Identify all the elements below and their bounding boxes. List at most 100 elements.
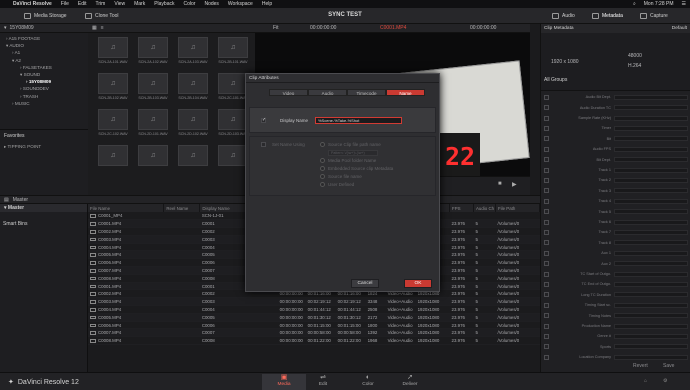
tab-audio[interactable]: Audio: [308, 89, 347, 96]
metadata-field-input[interactable]: [614, 198, 688, 204]
metadata-field-input[interactable]: [614, 105, 688, 111]
menu-trim[interactable]: Trim: [96, 1, 106, 7]
metadata-field-checkbox[interactable]: [544, 125, 549, 131]
page-deliver[interactable]: ➚ Deliver: [388, 374, 432, 390]
metadata-field-input[interactable]: [614, 313, 688, 319]
menu-nodes[interactable]: Nodes: [204, 1, 218, 7]
menu-view[interactable]: View: [114, 1, 125, 7]
smart-bins[interactable]: Smart Bins: [0, 221, 87, 227]
metadata-field-checkbox[interactable]: [544, 157, 549, 163]
metadata-field-checkbox[interactable]: [544, 177, 549, 183]
favorite-item[interactable]: ▸ TIPPING POINT: [4, 144, 84, 150]
table-row[interactable]: C0004.MP4 C0004 00:00:00:00 00:01:44:12 00:0…: [88, 305, 540, 314]
metadata-field-checkbox[interactable]: [544, 271, 549, 277]
thumbnail[interactable]: ♫ SCN-2D-101.WAV: [134, 109, 172, 142]
display-name-input[interactable]: %Scene-%Take-%Shot: [315, 117, 402, 124]
thumbnail[interactable]: ♫ SCN-2A-103.WAV: [174, 37, 212, 70]
metadata-field-checkbox[interactable]: [544, 240, 549, 246]
metadata-field-input[interactable]: [614, 146, 688, 152]
cancel-button[interactable]: Cancel: [351, 279, 379, 288]
metadata-field-checkbox[interactable]: [544, 94, 549, 100]
metadata-button[interactable]: Metadata: [592, 11, 623, 21]
metadata-field-checkbox[interactable]: [544, 292, 549, 298]
metadata-field-input[interactable]: [614, 229, 688, 235]
thumbnail[interactable]: ♫ SCN-2C-102.WAV: [94, 109, 132, 142]
metadata-field-input[interactable]: [614, 188, 688, 194]
metadata-field-input[interactable]: [614, 292, 688, 298]
page-color[interactable]: ◐ Color: [346, 374, 390, 390]
metadata-field-checkbox[interactable]: [544, 250, 549, 256]
metadata-preset-select[interactable]: Default: [672, 26, 687, 31]
metadata-field-checkbox[interactable]: [544, 209, 549, 215]
menu-edit[interactable]: Edit: [78, 1, 87, 7]
radio-embedded[interactable]: [320, 166, 325, 171]
metadata-field-input[interactable]: [614, 354, 688, 360]
table-row[interactable]: C0005.MP4 C0005 00:00:00:00 00:01:30:12 00:0…: [88, 313, 540, 322]
play-icon[interactable]: ▶: [512, 181, 517, 188]
metadata-field-input[interactable]: [614, 250, 688, 256]
metadata-field-input[interactable]: [614, 344, 688, 350]
metadata-field-input[interactable]: [614, 94, 688, 100]
revert-button[interactable]: Revert: [633, 363, 648, 369]
radio-media-pool[interactable]: [320, 158, 325, 163]
search-icon[interactable]: ⌕: [633, 1, 636, 7]
metadata-field-checkbox[interactable]: [544, 333, 549, 339]
tree-item[interactable]: ▾ A2: [0, 57, 88, 64]
menu-playback[interactable]: Playback: [154, 1, 174, 7]
thumbnail[interactable]: ♫ SCN-2B-102.WAV: [94, 73, 132, 106]
column-header[interactable]: File Name: [88, 204, 165, 212]
tree-item-selected[interactable]: › 15Y08M09: [0, 78, 88, 85]
thumbnail[interactable]: ♫ SCN-2B-101.WAV: [214, 37, 252, 70]
metadata-field-input[interactable]: [614, 302, 688, 308]
menu-workspace[interactable]: Workspace: [228, 1, 253, 7]
column-header[interactable]: File Path: [495, 204, 540, 212]
set-name-checkbox[interactable]: [261, 142, 266, 147]
metadata-field-checkbox[interactable]: [544, 261, 549, 267]
metadata-field-checkbox[interactable]: [544, 219, 549, 225]
tree-item[interactable]: › TRASH: [0, 93, 88, 100]
metadata-field-input[interactable]: [614, 167, 688, 173]
home-icon[interactable]: ⌂: [644, 378, 647, 384]
stop-icon[interactable]: ■: [498, 181, 502, 187]
bin-dropdown-icon[interactable]: ▾: [4, 25, 7, 31]
tab-timecode[interactable]: Timecode: [347, 89, 386, 96]
metadata-field-checkbox[interactable]: [544, 146, 549, 152]
metadata-field-checkbox[interactable]: [544, 167, 549, 173]
metadata-field-input[interactable]: [614, 261, 688, 267]
column-header[interactable]: Reel Name: [163, 204, 201, 212]
metadata-field-checkbox[interactable]: [544, 302, 549, 308]
capture-button[interactable]: Capture: [640, 11, 668, 21]
thumbnail[interactable]: ♫ SCN-2A-101.WAV: [94, 37, 132, 70]
metadata-field-input[interactable]: [614, 333, 688, 339]
metadata-field-input[interactable]: [614, 115, 688, 121]
tab-video[interactable]: Video: [269, 89, 308, 96]
metadata-field-input[interactable]: [614, 219, 688, 225]
metadata-field-checkbox[interactable]: [544, 344, 549, 350]
radio-source-name[interactable]: [320, 174, 325, 179]
metadata-field-checkbox[interactable]: [544, 198, 549, 204]
radio-user-defined[interactable]: [320, 182, 325, 187]
menu-mark[interactable]: Mark: [134, 1, 145, 7]
tree-item[interactable]: ▾ AUDIO: [0, 42, 88, 49]
grid-view-icon[interactable]: ▦: [92, 25, 97, 31]
bin-path[interactable]: 15Y08M09: [10, 25, 34, 31]
thumbnail[interactable]: ♫: [174, 145, 212, 178]
metadata-field-input[interactable]: [614, 136, 688, 142]
ok-button[interactable]: OK: [404, 279, 432, 288]
clone-tool-button[interactable]: Clone Tool: [85, 11, 119, 21]
metadata-field-input[interactable]: [614, 125, 688, 131]
column-header[interactable]: Audio Ch: [473, 204, 496, 212]
list-view-icon[interactable]: ≡: [101, 25, 104, 31]
column-header[interactable]: FPS: [449, 204, 474, 212]
tree-item[interactable]: › A15 FOOTAGE: [0, 35, 88, 42]
tree-item[interactable]: › SOUNDDEV: [0, 85, 88, 92]
metadata-field-input[interactable]: [614, 281, 688, 287]
sidebar-toggle-icon[interactable]: ▤: [4, 197, 9, 203]
table-row[interactable]: C0003.MP4 C0003 00:00:00:00 00:02:19:12 00:0…: [88, 297, 540, 307]
tree-item[interactable]: › MUSIC: [0, 100, 88, 107]
viewer-fit[interactable]: Fit: [273, 25, 279, 31]
thumbnail[interactable]: ♫ SCN-2A-102.WAV: [134, 37, 172, 70]
tree-item[interactable]: › A1: [0, 49, 88, 56]
metadata-field-input[interactable]: [614, 157, 688, 163]
thumbnail[interactable]: ♫: [94, 145, 132, 178]
